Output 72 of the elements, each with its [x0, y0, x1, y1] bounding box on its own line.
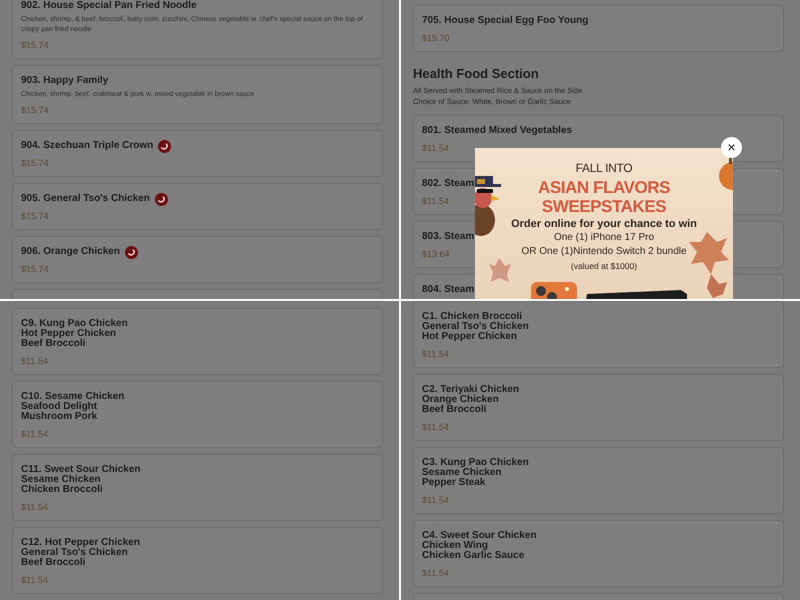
dish-name: 804. Steam [422, 285, 474, 295]
dish-price: $11.54 [422, 348, 449, 360]
menu-card[interactable]: C3. Kung Pao Chicken Sesame Chicken Pepper Steak $11.54 [413, 447, 784, 514]
dish-name: Seafood Delight [21, 402, 98, 412]
dish-name: Sesame Chicken [21, 475, 100, 485]
dish-name: Mushroom Pork [21, 412, 98, 422]
menu-card[interactable]: C10. Sesame Chicken Seafood Delight Mushroom Pork $11.54 [12, 381, 383, 448]
dish-name: 801. Steamed Mixed Vegetables [422, 126, 572, 136]
menu-card[interactable]: 705. House Special Egg Foo Young $15.70 [413, 5, 784, 52]
dish-name: 802. Steam [422, 179, 474, 189]
dish-name: 904. Szechuan Triple Crown [21, 141, 154, 151]
dish-name: C9. Kung Pao Chicken [21, 319, 128, 329]
dish-price: $11.54 [21, 574, 48, 586]
dish-price: $15.74 [21, 104, 49, 116]
prize-text: One (1) iPhone 17 Pro [554, 231, 654, 245]
dish-name: C1. Chicken Broccoli [422, 312, 522, 322]
dish-name: C4. Sweet Sour Chicken [422, 531, 536, 541]
dish-name: Chicken Garlic Sauce [422, 551, 526, 561]
dish-price: $11.54 [21, 428, 48, 440]
menu-card[interactable]: C12. Hot Pepper Chicken General Tso's Chicken Beef Broccoli $11.54 [12, 527, 383, 594]
dish-price: $15.74 [21, 39, 49, 51]
dish-price: $11.54 [21, 355, 48, 367]
dish-name: 905. General Tso's Chicken [21, 194, 150, 204]
dish-price: $11.54 [422, 142, 449, 154]
promo-lead: Order online for your chance to win [511, 217, 697, 231]
prize-text: OR One (1)Nintendo Switch 2 bundle [521, 245, 687, 259]
dish-name: Beef Broccoli [21, 339, 86, 349]
dish-name: Beef Broccoli [21, 558, 86, 568]
dish-price: $13.64 [422, 248, 450, 260]
dish-name: Hot Pepper Chicken [21, 329, 118, 339]
menu-card[interactable]: C4. Sweet Sour Chicken Chicken Wing Chicken Garlic Sauce $11.54 [413, 520, 784, 587]
dish-name: 705. House Special Egg Foo Young [422, 16, 588, 26]
dish-name: C2. Teriyaki Chicken [422, 385, 520, 395]
menu-card[interactable]: C9. Kung Pao Chicken Hot Pepper Chicken Beef Broccoli $11.54 [12, 308, 383, 375]
dish-name: Orange Chicken [422, 395, 500, 405]
dish-name: C12. Hot Pepper Chicken [21, 538, 140, 548]
dish-price: $11.54 [422, 195, 449, 207]
dish-price: $15.74 [21, 157, 49, 169]
dish-name: Sesame Chicken [422, 468, 502, 478]
dish-name: 803. Steam [422, 232, 474, 242]
promo-kicker: FALL INTO [576, 161, 632, 175]
dish-name: Hot Pepper Chicken [422, 332, 518, 342]
section-heading: Health Food Section [413, 66, 540, 82]
dish-price: $15.70 [422, 32, 450, 44]
dish-name: General Tso's Chicken [21, 548, 129, 558]
pumpkin-drawing [717, 156, 733, 190]
dish-name: Chicken Wing [422, 541, 488, 551]
menu-card[interactable]: C11. Sweet Sour Chicken Sesame Chicken Chicken Broccoli $11.54 [12, 454, 383, 521]
dish-name: Chicken Broccoli [21, 485, 104, 495]
menu-card[interactable]: C1. Chicken Broccoli General Tso's Chicken Hot Pepper Chicken $11.54 [413, 301, 784, 368]
dish-price: $11.54 [422, 494, 449, 506]
promo-headline: SWEEPSTAKES [542, 197, 666, 216]
menu-card[interactable]: 904. Szechuan Triple Crown $15.74 [12, 130, 383, 177]
dish-name: General Tso's Chicken [422, 322, 529, 332]
dish-price: $11.54 [422, 567, 449, 579]
promo-headline: ASIAN FLAVORS [538, 178, 670, 197]
dish-name: 903. Happy Family [21, 76, 108, 86]
dish-name: C11. Sweet Sour Chicken [21, 465, 140, 475]
dish-name: C3. Kung Pao Chicken [422, 458, 529, 468]
dish-name: Pepper Steak [422, 478, 486, 488]
menu-card[interactable]: 905. General Tso's Chicken $15.74 [12, 183, 383, 230]
promo-note: (valued at $1000) [570, 260, 638, 273]
dish-name: 902. House Special Pan Fried Noodle [21, 1, 197, 11]
dish-price: $15.74 [21, 263, 49, 275]
dish-price: $11.54 [422, 421, 449, 433]
menu-card[interactable]: C2. Teriyaki Chicken Orange Chicken Beef Broccoli $11.54 [413, 374, 784, 441]
menu-card[interactable]: 906. Orange Chicken $15.74 [12, 236, 383, 283]
dish-price: $15.74 [21, 210, 49, 222]
dish-price: $11.54 [21, 501, 48, 513]
dish-name: 906. Orange Chicken [21, 247, 120, 257]
dish-name: Beef Broccoli [422, 405, 488, 415]
dish-name: C10. Sesame Chicken [21, 392, 124, 402]
